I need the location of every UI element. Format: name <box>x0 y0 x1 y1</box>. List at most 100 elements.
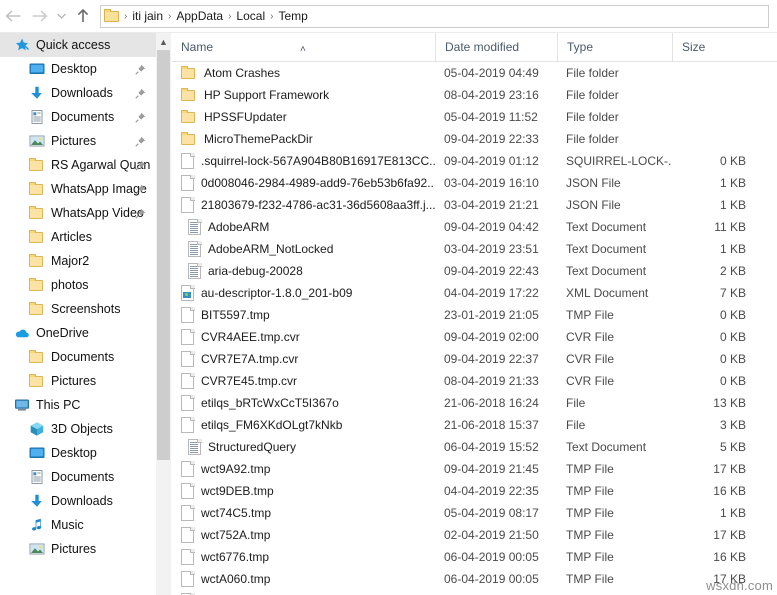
file-name-label: AdobeARM_NotLocked <box>208 242 334 256</box>
recent-locations-chevron-down-icon[interactable] <box>52 3 70 29</box>
file-row[interactable]: MicroThemePackDir 09-04-2019 22:33 File fo… <box>172 128 777 150</box>
file-row[interactable]: etilqs_bRTcWxCcT5I367o 21-06-2018 16:24 Fi… <box>172 392 777 414</box>
generic-file-icon <box>181 417 195 433</box>
file-date-modified-cell: 06-04-2019 00:05 <box>444 550 539 564</box>
file-row[interactable]: wct74C5.tmp 05-04-2019 08:17 TMP File 1 KB <box>172 502 777 524</box>
file-row[interactable]: AdobeARM 09-04-2019 04:42 Text Document 11 … <box>172 216 777 238</box>
pictures-icon <box>29 541 45 557</box>
folder-icon <box>181 132 197 146</box>
file-row[interactable]: CVR7E7A.tmp.cvr 09-04-2019 22:37 CVR File 0… <box>172 348 777 370</box>
file-row[interactable]: AdobeARM_NotLocked 03-04-2019 23:51 Text D… <box>172 238 777 260</box>
up-button[interactable] <box>70 3 96 29</box>
file-type-cell: XML Document <box>566 286 649 300</box>
file-row[interactable]: HPSSFUpdater 05-04-2019 11:52 File folder <box>172 106 777 128</box>
pin-icon[interactable] <box>135 112 146 126</box>
generic-file-icon <box>181 395 195 411</box>
sidebar-item-whatsapp-video[interactable]: WhatsApp Video <box>0 201 156 225</box>
file-date-modified-cell: 09-04-2019 22:37 <box>444 352 539 366</box>
sidebar-item-rs-agarwal-quan[interactable]: RS Agarwal Quan <box>0 153 156 177</box>
sidebar-item-desktop[interactable]: Desktop <box>0 57 156 81</box>
sidebar-item-pictures[interactable]: Pictures <box>0 129 156 153</box>
sidebar-item-downloads[interactable]: Downloads <box>0 81 156 105</box>
file-row[interactable]: 21803679-f232-4786-ac31-36d5608aa3ff.j..… <box>172 194 777 216</box>
breadcrumb-item-user[interactable]: iti jain <box>128 6 167 27</box>
file-name-label: CVR7E7A.tmp.cvr <box>201 352 299 366</box>
file-type-cell: File folder <box>566 88 619 102</box>
scroll-up-arrow-icon[interactable]: ▲ <box>156 33 171 50</box>
file-row[interactable]: wct9DEB.tmp 04-04-2019 22:35 TMP File 16 KB <box>172 480 777 502</box>
sidebar-item-downloads[interactable]: Downloads <box>0 489 156 513</box>
sidebar-item-major2[interactable]: Major2 <box>0 249 156 273</box>
column-header-size[interactable]: Size <box>672 33 764 62</box>
file-name-label: wct9A92.tmp <box>201 462 271 476</box>
file-row[interactable]: etilqs_FM6XKdOLgt7kNkb 21-06-2018 15:37 Fi… <box>172 414 777 436</box>
generic-file-icon <box>181 549 195 565</box>
file-name-cell: wct74C5.tmp <box>172 505 435 521</box>
sidebar-item-documents[interactable]: Documents <box>0 345 156 369</box>
file-type-cell: Text Document <box>566 264 647 278</box>
file-row[interactable]: wctA060.tmp 06-04-2019 00:05 TMP File 17 KB <box>172 568 777 590</box>
sidebar-item-label: Pictures <box>51 542 97 556</box>
sidebar-item-pictures[interactable]: Pictures <box>0 369 156 393</box>
sidebar-section-this-pc[interactable]: This PC <box>0 393 156 417</box>
file-row[interactable]: wct9A92.tmp 09-04-2019 21:45 TMP File 17 KB <box>172 458 777 480</box>
file-size-cell: 0 KB <box>719 352 746 366</box>
breadcrumb[interactable]: › iti jain › AppData › Local › Temp <box>100 4 769 28</box>
file-name-label: wct9DEB.tmp <box>201 484 274 498</box>
sidebar-item-screenshots[interactable]: Screenshots <box>0 297 156 321</box>
pin-icon[interactable] <box>135 88 146 102</box>
sidebar-item-label: Desktop <box>51 62 97 76</box>
file-row[interactable]: CVR7E45.tmp.cvr 08-04-2019 21:33 CVR File 0… <box>172 370 777 392</box>
breadcrumb-item-local[interactable]: Local <box>232 6 269 27</box>
file-name-label: StructuredQuery <box>208 440 297 454</box>
sidebar-item-music[interactable]: Music <box>0 513 156 537</box>
file-name-cell: HPSSFUpdater <box>172 110 435 124</box>
file-date-modified-cell: 04-04-2019 22:35 <box>444 484 539 498</box>
pin-icon[interactable] <box>135 184 146 198</box>
sidebar-item-pictures[interactable]: Pictures <box>0 537 156 561</box>
file-row[interactable]: wct752A.tmp 02-04-2019 21:50 TMP File 17 KB <box>172 524 777 546</box>
scrollbar-thumb[interactable] <box>157 50 170 460</box>
generic-file-icon <box>181 461 195 477</box>
file-row[interactable]: StructuredQuery 06-04-2019 15:52 Text Docu… <box>172 436 777 458</box>
pin-icon[interactable] <box>135 136 146 150</box>
sidebar-item-articles[interactable]: Articles <box>0 225 156 249</box>
file-row[interactable]: wct6776.tmp 06-04-2019 00:05 TMP File 16 KB <box>172 546 777 568</box>
file-name-cell: wct9DEB.tmp <box>172 483 435 499</box>
sidebar-item-desktop[interactable]: Desktop <box>0 441 156 465</box>
sidebar-item-3d-objects[interactable]: 3D Objects <box>0 417 156 441</box>
pin-icon[interactable] <box>135 64 146 78</box>
back-button[interactable] <box>0 3 26 29</box>
file-row[interactable]: 0d008046-2984-4989-add9-76eb53b6fa92... 0… <box>172 172 777 194</box>
file-row[interactable]: BIT5597.tmp 23-01-2019 21:05 TMP File 0 KB <box>172 304 777 326</box>
file-row[interactable]: au-descriptor-1.8.0_201-b09 04-04-2019 17… <box>172 282 777 304</box>
sidebar-item-documents[interactable]: Documents <box>0 465 156 489</box>
file-row[interactable]: .squirrel-lock-567A904B80B16917E813CC...… <box>172 150 777 172</box>
breadcrumb-item-temp[interactable]: Temp <box>274 6 311 27</box>
sidebar-scrollbar[interactable]: ▲ <box>156 33 171 595</box>
file-date-modified-cell: 06-04-2019 00:05 <box>444 572 539 586</box>
sidebar-item-photos[interactable]: photos <box>0 273 156 297</box>
column-header-type[interactable]: Type <box>557 33 672 62</box>
file-row[interactable]: Atom Crashes 05-04-2019 04:49 File folder <box>172 62 777 84</box>
sidebar-section-onedrive[interactable]: OneDrive <box>0 321 156 345</box>
forward-button[interactable] <box>26 3 52 29</box>
file-row[interactable]: aria-debug-20028 09-04-2019 22:43 Text Doc… <box>172 260 777 282</box>
file-row[interactable]: HP Support Framework 08-04-2019 23:16 File… <box>172 84 777 106</box>
file-row[interactable]: wctA88C.tmp04-04-2019 22:36TMP File0 KB <box>172 590 777 595</box>
file-name-label: wct6776.tmp <box>201 550 270 564</box>
sidebar-section-quick-access[interactable]: Quick access <box>0 33 156 57</box>
sidebar-item-documents[interactable]: Documents <box>0 105 156 129</box>
file-date-modified-cell: 03-04-2019 16:10 <box>444 176 539 190</box>
pin-icon[interactable] <box>135 160 146 174</box>
3d-objects-icon <box>29 421 45 437</box>
file-name-cell: wct752A.tmp <box>172 527 435 543</box>
breadcrumb-item-appdata[interactable]: AppData <box>172 6 227 27</box>
file-name-label: 0d008046-2984-4989-add9-76eb53b6fa92... <box>201 176 435 190</box>
column-header-name[interactable]: Name ˄ <box>172 33 435 62</box>
file-row[interactable]: CVR4AEE.tmp.cvr 09-04-2019 02:00 CVR File 0… <box>172 326 777 348</box>
column-header-date-modified[interactable]: Date modified <box>435 33 557 62</box>
generic-file-icon <box>181 571 195 587</box>
sidebar-item-whatsapp-image[interactable]: WhatsApp Image <box>0 177 156 201</box>
pin-icon[interactable] <box>135 208 146 222</box>
